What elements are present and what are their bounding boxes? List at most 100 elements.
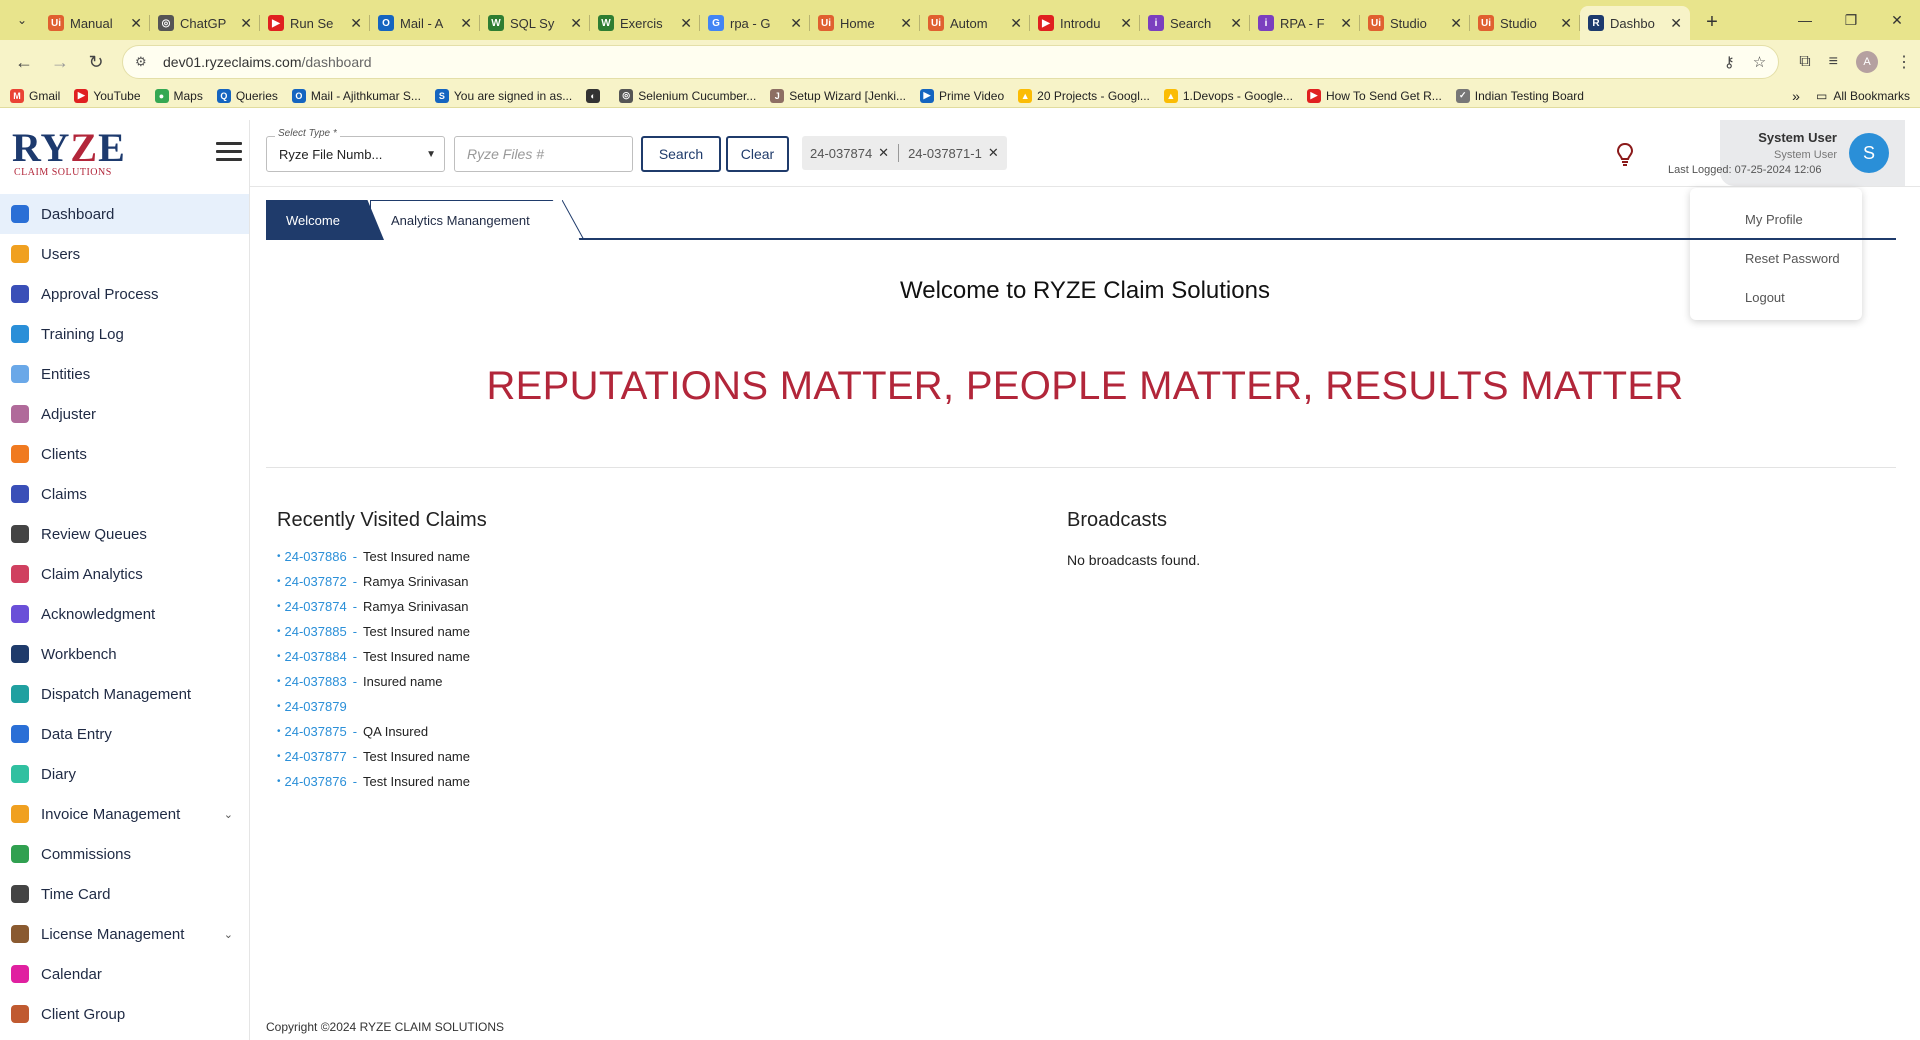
claim-number-link[interactable]: 24-037872 <box>285 574 347 589</box>
bookmark-item[interactable]: J Setup Wizard [Jenki... <box>770 88 906 103</box>
close-tab-icon[interactable]: ✕ <box>240 15 252 32</box>
close-tab-icon[interactable]: ✕ <box>1670 15 1682 32</box>
sidebar-item-dispatch-management[interactable]: Dispatch Management <box>0 674 249 714</box>
user-profile-box[interactable]: System User System User S <box>1720 120 1905 186</box>
close-tab-icon[interactable]: ✕ <box>570 15 582 32</box>
sidebar-item-clients[interactable]: Clients <box>0 434 249 474</box>
site-info-icon[interactable]: ⚙ <box>135 54 153 70</box>
ryze-files-input[interactable] <box>454 136 633 172</box>
browser-tab[interactable]: Ui Home ✕ <box>810 6 920 40</box>
profile-avatar[interactable]: A <box>1856 51 1878 73</box>
bookmark-item[interactable]: ▲ 1.Devops - Google... <box>1163 88 1293 103</box>
browser-menu-icon[interactable]: ⋮ <box>1896 52 1912 72</box>
chevron-down-icon[interactable]: ⌄ <box>224 928 233 941</box>
bookmark-item[interactable]: ▶ How To Send Get R... <box>1306 88 1442 103</box>
browser-tab[interactable]: ▶ Introdu ✕ <box>1030 6 1140 40</box>
close-tab-icon[interactable]: ✕ <box>790 15 802 32</box>
reload-button[interactable]: ↻ <box>80 46 112 78</box>
bookmark-star-icon[interactable]: ☆ <box>1753 53 1766 71</box>
more-bookmarks-icon[interactable]: » <box>1792 88 1800 104</box>
tab-analytics-management[interactable]: Analytics Manangement <box>370 200 580 240</box>
clear-button[interactable]: Clear <box>726 136 789 172</box>
browser-tab[interactable]: ▶ Run Se ✕ <box>260 6 370 40</box>
tab-search-button[interactable]: ⌄ <box>8 6 36 34</box>
browser-tab[interactable]: Ui Studio ✕ <box>1470 6 1580 40</box>
claim-number-link[interactable]: 24-037885 <box>285 624 347 639</box>
extensions-icon[interactable]: ⧉ <box>1799 53 1810 71</box>
close-tab-icon[interactable]: ✕ <box>680 15 692 32</box>
bookmark-item[interactable]: ● Maps <box>154 88 203 103</box>
claim-number-link[interactable]: 24-037876 <box>285 774 347 789</box>
sidebar-item-commissions[interactable]: Commissions <box>0 834 249 874</box>
browser-tab[interactable]: W SQL Sy ✕ <box>480 6 590 40</box>
sidebar-item-license-management[interactable]: License Management ⌄ <box>0 914 249 954</box>
bookmark-item[interactable]: M Gmail <box>10 88 60 103</box>
bookmark-item[interactable]: S You are signed in as... <box>434 88 572 103</box>
close-window-button[interactable]: ✕ <box>1874 0 1920 40</box>
browser-tab[interactable]: R Dashbo ✕ <box>1580 6 1690 40</box>
sidebar-item-invoice-management[interactable]: Invoice Management ⌄ <box>0 794 249 834</box>
forward-button[interactable]: → <box>44 46 76 78</box>
bookmark-item[interactable]: O Mail - Ajithkumar S... <box>291 88 421 103</box>
bookmark-item[interactable]: ▶ Prime Video <box>920 88 1004 103</box>
search-button[interactable]: Search <box>641 136 721 172</box>
close-tab-icon[interactable]: ✕ <box>1230 15 1242 32</box>
sidebar-item-users[interactable]: Users <box>0 234 249 274</box>
bookmark-item[interactable]: ▲ 20 Projects - Googl... <box>1018 88 1150 103</box>
sidebar-item-workbench[interactable]: Workbench <box>0 634 249 674</box>
claim-number-link[interactable]: 24-037886 <box>285 549 347 564</box>
bookmark-item[interactable]: ▶ YouTube <box>74 88 141 103</box>
select-type-dropdown[interactable]: Select Type * Ryze File Numb... ▼ <box>266 128 445 172</box>
sidebar-item-review-queues[interactable]: Review Queues <box>0 514 249 554</box>
browser-tab[interactable]: Ui Studio ✕ <box>1360 6 1470 40</box>
tab-welcome[interactable]: Welcome <box>266 200 384 240</box>
claim-number-link[interactable]: 24-037879 <box>285 699 347 714</box>
sidebar-item-diary[interactable]: Diary <box>0 754 249 794</box>
browser-tab[interactable]: Ui Manual ✕ <box>40 6 150 40</box>
claim-number-link[interactable]: 24-037874 <box>285 599 347 614</box>
close-tab-icon[interactable]: ✕ <box>1560 15 1572 32</box>
chip-remove-icon[interactable]: ✕ <box>988 145 999 161</box>
claim-number-link[interactable]: 24-037883 <box>285 674 347 689</box>
claim-number-link[interactable]: 24-037875 <box>285 724 347 739</box>
close-tab-icon[interactable]: ✕ <box>1010 15 1022 32</box>
bookmark-item[interactable]: ◐ <box>586 88 605 103</box>
minimize-button[interactable]: — <box>1782 0 1828 40</box>
lightbulb-icon[interactable] <box>1616 142 1634 168</box>
url-bar[interactable]: ⚙ dev01.ryzeclaims.com/dashboard ⚷ ☆ <box>122 45 1780 79</box>
hamburger-menu-icon[interactable] <box>216 142 242 166</box>
chevron-down-icon[interactable]: ⌄ <box>224 808 233 821</box>
browser-tab[interactable]: i RPA - F ✕ <box>1250 6 1360 40</box>
media-control-icon[interactable]: ≡ <box>1829 53 1838 71</box>
sidebar-item-approval-process[interactable]: Approval Process <box>0 274 249 314</box>
user-avatar[interactable]: S <box>1849 133 1889 173</box>
sidebar-item-calendar[interactable]: Calendar <box>0 954 249 994</box>
chip-remove-icon[interactable]: ✕ <box>878 145 889 161</box>
sidebar-item-dashboard[interactable]: Dashboard <box>0 194 249 234</box>
sidebar-item-acknowledgment[interactable]: Acknowledgment <box>0 594 249 634</box>
close-tab-icon[interactable]: ✕ <box>460 15 472 32</box>
close-tab-icon[interactable]: ✕ <box>1450 15 1462 32</box>
close-tab-icon[interactable]: ✕ <box>350 15 362 32</box>
bookmark-item[interactable]: ✓ Indian Testing Board <box>1455 88 1584 103</box>
sidebar-item-adjuster[interactable]: Adjuster <box>0 394 249 434</box>
sidebar-item-claim-analytics[interactable]: Claim Analytics <box>0 554 249 594</box>
browser-tab[interactable]: Ui Autom ✕ <box>920 6 1030 40</box>
new-tab-button[interactable]: + <box>1698 8 1726 36</box>
bookmark-item[interactable]: ◎ Selenium Cucumber... <box>619 88 756 103</box>
password-key-icon[interactable]: ⚷ <box>1724 53 1735 71</box>
claim-number-link[interactable]: 24-037884 <box>285 649 347 664</box>
sidebar-item-training-log[interactable]: Training Log <box>0 314 249 354</box>
browser-tab[interactable]: Grpa - G ✕ <box>700 6 810 40</box>
close-tab-icon[interactable]: ✕ <box>130 15 142 32</box>
close-tab-icon[interactable]: ✕ <box>1340 15 1352 32</box>
claim-number-link[interactable]: 24-037877 <box>285 749 347 764</box>
browser-tab[interactable]: W Exercis ✕ <box>590 6 700 40</box>
all-bookmarks-button[interactable]: ▭ All Bookmarks <box>1816 89 1910 103</box>
ryze-logo[interactable]: RYZE CLAIM SOLUTIONS <box>0 120 249 187</box>
sidebar-item-time-card[interactable]: Time Card <box>0 874 249 914</box>
sidebar-item-claims[interactable]: Claims <box>0 474 249 514</box>
browser-tab[interactable]: i Search ✕ <box>1140 6 1250 40</box>
browser-tab[interactable]: O Mail - A ✕ <box>370 6 480 40</box>
bookmark-item[interactable]: Q Queries <box>216 88 278 103</box>
